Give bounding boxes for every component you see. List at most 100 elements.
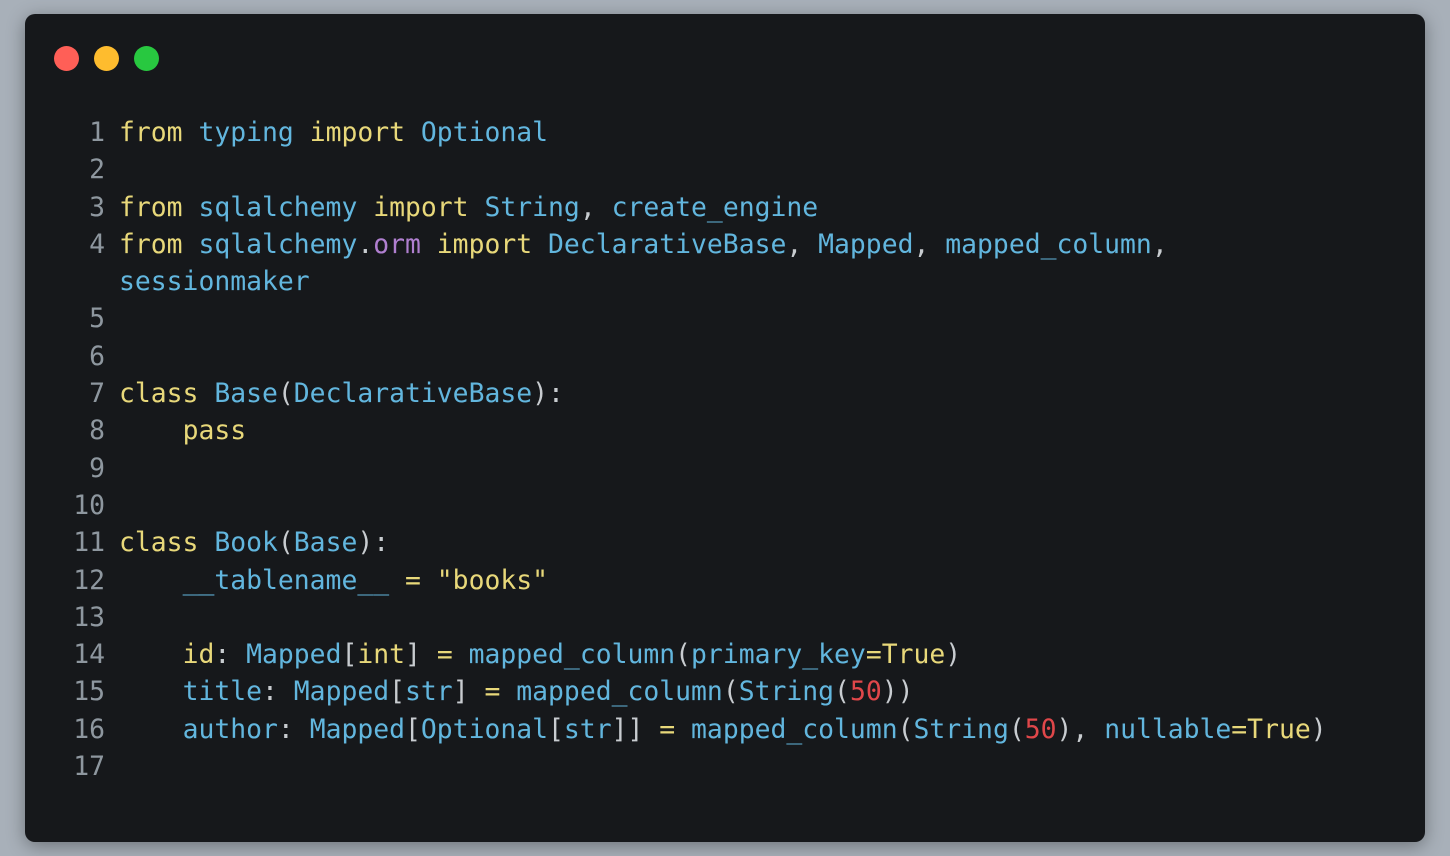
code-token: ,	[913, 228, 946, 260]
code-text: author: Mapped[Optional[str]] = mapped_c…	[105, 711, 1327, 748]
code-token: ))	[881, 676, 914, 708]
code-token: from	[119, 228, 183, 260]
code-token: .	[357, 228, 374, 260]
code-line: 13	[25, 599, 1425, 636]
code-token: orm	[373, 228, 421, 260]
code-token: int	[357, 639, 406, 671]
code-line: 12 __tablename__ = "books"	[25, 562, 1425, 599]
code-token: )	[1310, 713, 1327, 745]
code-token: 50	[1024, 713, 1057, 745]
code-token: (	[277, 527, 294, 559]
line-number: 13	[73, 601, 105, 633]
code-window: 1 from typing import Optional 2 3 from sqlal…	[25, 14, 1425, 842]
code-token: Base	[293, 527, 358, 559]
code-line: 15 title: Mapped[str] = mapped_column(St…	[25, 673, 1425, 710]
code-token: (	[722, 676, 739, 708]
code-line: 11 class Book(Base):	[25, 524, 1425, 561]
code-text: class Book(Base):	[105, 524, 389, 561]
code-token: import	[373, 191, 469, 223]
code-text: title: Mapped[str] = mapped_column(Strin…	[105, 673, 914, 710]
code-token: id	[182, 639, 215, 671]
code-token: =True	[1231, 713, 1311, 745]
code-token: str	[405, 676, 453, 708]
code-token: primary_key	[691, 639, 866, 671]
close-dot-icon[interactable]	[54, 46, 79, 71]
code-token: import	[436, 228, 533, 260]
code-token: Book	[214, 527, 278, 559]
code-token: title	[182, 676, 263, 708]
line-number: 6	[89, 340, 105, 372]
code-token: Mapped	[818, 228, 914, 260]
code-token: class	[119, 527, 199, 559]
line-number: 8	[89, 415, 105, 447]
code-text: from sqlalchemy import String, create_en…	[105, 189, 818, 226]
code-line: 7 class Base(DeclarativeBase):	[25, 375, 1425, 412]
code-token: ]]	[611, 713, 660, 745]
code-token: [	[405, 713, 421, 745]
code-text: from typing import Optional	[105, 114, 548, 151]
code-token: (	[277, 378, 294, 410]
line-number: 16	[73, 713, 105, 745]
code-token: "books"	[436, 564, 549, 596]
code-line: 8 pass	[25, 412, 1425, 449]
code-line: 17	[25, 748, 1425, 785]
code-token: String	[913, 713, 1009, 745]
code-token: ]	[405, 639, 437, 671]
code-token: :	[262, 676, 294, 708]
line-number: 10	[73, 489, 105, 521]
code-token: [	[341, 639, 358, 671]
code-line: 4 from sqlalchemy.orm import DeclarativeB…	[25, 226, 1425, 263]
code-block: 1 from typing import Optional 2 3 from sqlal…	[25, 114, 1425, 785]
code-line: 9	[25, 450, 1425, 487]
line-number: 4	[89, 228, 105, 260]
code-token: str	[563, 713, 612, 745]
code-token: class	[119, 378, 199, 410]
code-token: ]	[452, 676, 485, 708]
code-line: 2	[25, 151, 1425, 188]
code-token: from	[119, 117, 183, 148]
code-token: Mapped	[309, 713, 406, 745]
code-token: :	[277, 713, 310, 745]
code-token: 50	[849, 676, 882, 708]
code-token: =	[436, 639, 453, 671]
code-token: create_engine	[611, 191, 819, 223]
code-token: =	[484, 676, 501, 708]
code-token: Optional	[420, 117, 549, 148]
code-token: from	[119, 191, 183, 223]
code-token: (	[675, 639, 692, 671]
code-token: ,	[1151, 228, 1168, 260]
line-number: 12	[73, 564, 105, 596]
code-token: mapped_column	[691, 713, 898, 745]
minimize-dot-icon[interactable]	[94, 46, 119, 71]
line-number: 15	[73, 676, 105, 708]
code-token: ):	[357, 527, 390, 559]
maximize-dot-icon[interactable]	[134, 46, 159, 71]
code-text: id: Mapped[int] = mapped_column(primary_…	[105, 636, 962, 673]
code-line: 1 from typing import Optional	[25, 114, 1425, 151]
code-token: :	[214, 639, 247, 671]
code-text: from sqlalchemy.orm import DeclarativeBa…	[105, 226, 1168, 263]
code-token: sqlalchemy	[198, 228, 358, 260]
code-token: sessionmaker	[119, 266, 310, 298]
code-token: mapped_column	[945, 228, 1152, 260]
code-text: pass	[105, 412, 247, 449]
code-token: Optional	[420, 713, 549, 745]
code-text: __tablename__ = "books"	[105, 562, 548, 599]
code-token: author	[182, 713, 278, 745]
line-number: 11	[73, 527, 105, 559]
